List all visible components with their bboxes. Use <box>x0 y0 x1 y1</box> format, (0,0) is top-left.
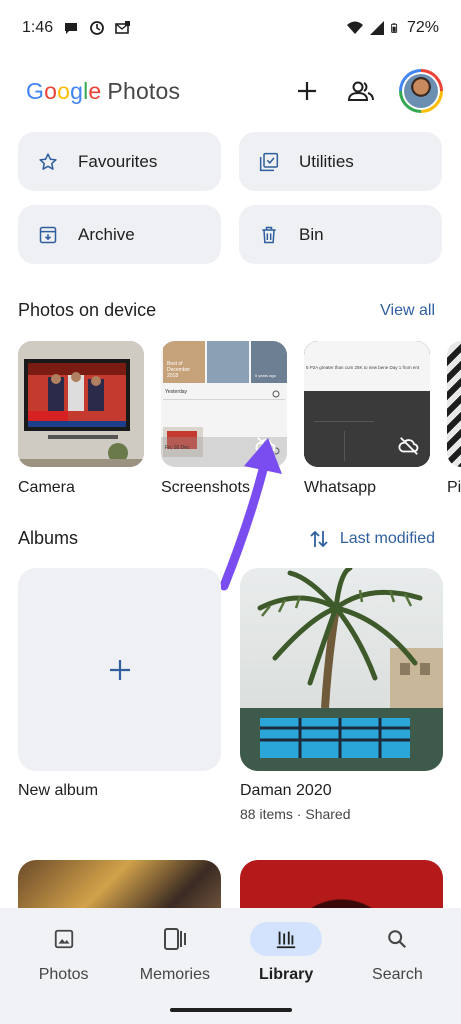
album-name: New album <box>18 782 99 799</box>
trash-icon <box>262 226 276 243</box>
folder-label: Whatsapp <box>304 479 377 496</box>
logo-letter: e <box>88 77 102 104</box>
folder-label: Camera <box>18 479 75 496</box>
plus-icon <box>109 659 130 680</box>
thumb-text: Fri, 16 Dec <box>165 445 190 451</box>
create-button[interactable] <box>291 75 323 107</box>
sort-arrows-icon <box>310 530 328 547</box>
folder-whatsapp[interactable]: 5 P2A greater than cum 25K to new bene D… <box>304 341 430 497</box>
album-name: Daman 2020 <box>240 782 332 799</box>
tile-label: Favourites <box>78 151 158 171</box>
active-indicator <box>250 922 323 956</box>
bottom-navigation: Photos Memories Library Search <box>0 908 461 1024</box>
plus-icon <box>298 82 316 100</box>
logo-letter: G <box>26 77 45 104</box>
albums-grid: New album Daman 2020 88 items · Shared <box>18 568 443 822</box>
nav-label: Library <box>259 966 314 983</box>
sync-icon <box>90 21 105 35</box>
thumb-text: 5 years ago <box>255 373 276 378</box>
folder-thumbnail <box>18 341 144 467</box>
section-title: Albums <box>18 528 79 548</box>
folder-label: Pi <box>447 479 461 496</box>
nav-label: Photos <box>38 966 89 983</box>
battery-percent: 72% <box>406 19 439 36</box>
thumb-text: 2018 <box>167 373 179 379</box>
new-album-thumbnail <box>18 568 221 771</box>
star-icon <box>39 152 57 170</box>
new-album-card[interactable]: New album <box>18 568 221 822</box>
nav-label: Search <box>372 966 423 983</box>
quick-tiles: Favourites Utilities Archive Bin <box>18 132 442 264</box>
archive-icon <box>39 226 57 243</box>
palm-tree-photo <box>240 568 443 771</box>
folder-camera[interactable]: Camera <box>18 341 144 497</box>
app-header: Google Photos <box>26 64 443 118</box>
favourites-tile[interactable]: Favourites <box>18 132 221 191</box>
photo-icon <box>54 929 73 949</box>
memories-icon <box>163 928 186 950</box>
folder-thumbnail <box>447 341 461 467</box>
thumb-text: Yesterday <box>165 389 188 395</box>
cloud-off-icon <box>398 437 419 455</box>
folder-partial[interactable]: Pi <box>447 341 461 497</box>
logo-letter: o <box>44 77 58 104</box>
cell-signal-icon <box>369 21 384 35</box>
tile-label: Bin <box>299 224 324 244</box>
library-icon <box>276 931 296 949</box>
camera-thumb-image <box>18 341 144 467</box>
status-bar: 1:46 72% <box>0 0 461 56</box>
tile-label: Archive <box>78 224 135 244</box>
chat-notification-icon <box>65 23 78 34</box>
album-thumbnail <box>240 568 443 771</box>
checklist-icon <box>259 152 279 171</box>
email-notification-icon <box>115 21 131 34</box>
google-photos-logo: Google Photos <box>26 78 180 105</box>
nav-photos[interactable]: Photos <box>14 916 114 1024</box>
search-icon <box>388 930 407 949</box>
sort-label: Last modified <box>339 529 435 547</box>
folder-thumbnail: 5 P2A greater than cum 25K to new bene D… <box>304 341 430 467</box>
logo-letter: g <box>70 77 84 104</box>
albums-section-header: Albums Last modified <box>18 528 435 549</box>
thumb-text: 5 P2A greater than cum 25K to new bene D… <box>306 365 420 370</box>
utilities-tile[interactable]: Utilities <box>239 132 442 191</box>
section-title: Photos on device <box>18 300 157 320</box>
archive-tile[interactable]: Archive <box>18 205 221 264</box>
view-all-link[interactable]: View all <box>380 302 435 320</box>
tile-label: Utilities <box>299 151 354 171</box>
nav-label: Memories <box>139 966 210 983</box>
logo-word: Photos <box>107 77 181 104</box>
profile-photo <box>404 74 438 108</box>
nav-search[interactable]: Search <box>347 916 447 1024</box>
status-time: 1:46 <box>22 19 54 36</box>
battery-icon <box>391 23 398 33</box>
bin-tile[interactable]: Bin <box>239 205 442 264</box>
album-card-daman-2020[interactable]: Daman 2020 88 items · Shared <box>240 568 443 822</box>
sort-button[interactable]: Last modified <box>310 529 435 549</box>
wifi-icon <box>346 21 363 34</box>
device-section-header: Photos on device View all <box>18 300 435 321</box>
account-avatar[interactable] <box>399 69 443 113</box>
gesture-bar[interactable] <box>170 1008 292 1012</box>
album-meta: 88 items · Shared <box>240 806 351 822</box>
sharing-button[interactable] <box>345 75 377 107</box>
people-icon <box>347 81 374 101</box>
logo-letter: o <box>57 77 71 104</box>
